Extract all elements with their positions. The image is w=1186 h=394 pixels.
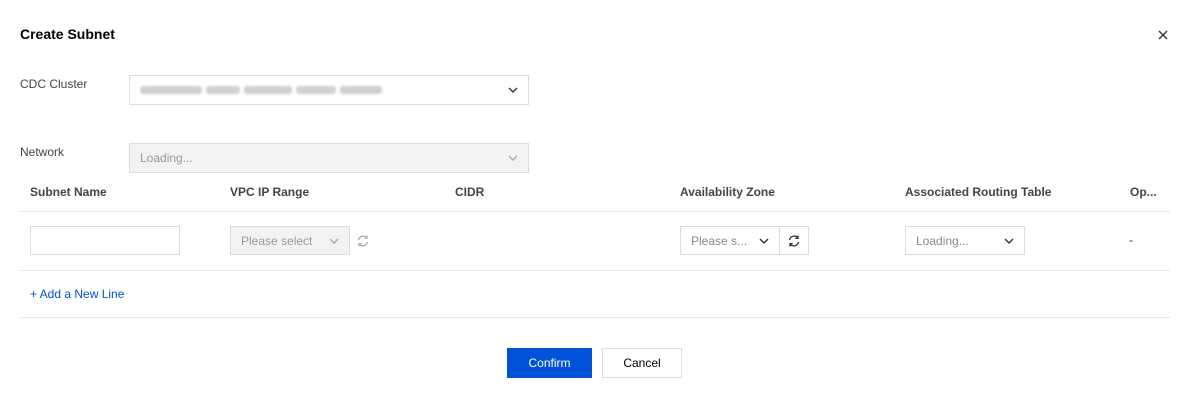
- close-icon[interactable]: [1156, 28, 1170, 42]
- header-availability-zone: Availability Zone: [680, 185, 775, 199]
- routing-table-select[interactable]: Loading...: [905, 226, 1025, 255]
- cdc-cluster-select[interactable]: [129, 75, 529, 105]
- refresh-icon: [788, 235, 800, 246]
- add-new-line-link[interactable]: + Add a New Line: [30, 287, 124, 301]
- table-row-divider: [20, 270, 1170, 271]
- header-operation: Op...: [1130, 185, 1157, 199]
- confirm-button[interactable]: Confirm: [507, 348, 592, 378]
- network-label: Network: [20, 145, 65, 159]
- routing-table-value: Loading...: [916, 233, 969, 248]
- table-header-divider: [20, 211, 1170, 212]
- cdc-cluster-value-redacted: [140, 83, 508, 97]
- chevron-down-icon: [508, 155, 518, 161]
- refresh-icon[interactable]: [356, 234, 370, 248]
- network-select[interactable]: Loading...: [129, 143, 529, 173]
- cdc-cluster-label: CDC Cluster: [20, 77, 88, 91]
- availability-zone-refresh-button[interactable]: [779, 226, 809, 255]
- header-subnet-name: Subnet Name: [30, 185, 107, 199]
- footer-divider: [20, 317, 1170, 318]
- chevron-down-icon: [1004, 238, 1014, 244]
- header-cidr: CIDR: [455, 185, 485, 199]
- vpc-ip-range-select[interactable]: Please select: [230, 226, 350, 255]
- availability-zone-select[interactable]: Please s...: [680, 226, 780, 255]
- chevron-down-icon: [759, 238, 769, 244]
- cancel-button[interactable]: Cancel: [602, 348, 682, 378]
- header-vpc-ip-range: VPC IP Range: [230, 185, 310, 199]
- dialog-title: Create Subnet: [20, 26, 115, 42]
- chevron-down-icon: [508, 87, 518, 93]
- availability-zone-placeholder: Please s...: [691, 233, 748, 248]
- vpc-ip-range-placeholder: Please select: [241, 233, 313, 248]
- header-associated-routing-table: Associated Routing Table: [905, 185, 1052, 199]
- network-value: Loading...: [140, 151, 193, 165]
- chevron-down-icon: [329, 238, 339, 244]
- subnet-name-input[interactable]: [30, 226, 180, 255]
- operation-cell: -: [1129, 233, 1133, 247]
